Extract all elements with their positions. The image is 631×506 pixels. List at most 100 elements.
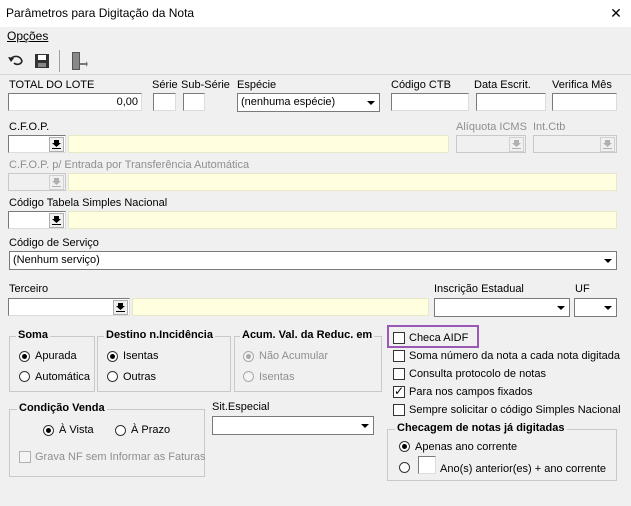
exit-button[interactable]: [66, 49, 90, 73]
menu-bar: [0, 27, 631, 45]
cfop-entrada-input[interactable]: [8, 173, 66, 191]
checagem-anos-input[interactable]: [418, 456, 436, 474]
destino-outras-radio[interactable]: [107, 371, 118, 382]
codigo-servico-select[interactable]: (Nenhum serviço): [9, 251, 617, 270]
sub-serie-input[interactable]: [183, 93, 205, 111]
inscricao-estadual-select[interactable]: [434, 298, 570, 317]
soma-apurada-radio[interactable]: [19, 351, 30, 362]
data-escrit-input[interactable]: [476, 93, 546, 111]
chevron-down-icon[interactable]: [600, 300, 615, 315]
sub-serie-label: Sub-Série: [181, 79, 230, 91]
grava-nf-label[interactable]: Grava NF sem Informar as Faturas: [35, 451, 206, 463]
window-title: Parâmetros para Digitação da Nota: [6, 6, 195, 20]
destino-group: [97, 336, 231, 392]
cfop-entrada-label: C.F.O.P. p/ Entrada por Transferência Au…: [9, 159, 250, 171]
para-campos-fixados-label[interactable]: Para nos campos fixados: [409, 386, 533, 398]
soma-apurada-label[interactable]: Apurada: [35, 350, 77, 362]
save-button[interactable]: [30, 49, 54, 73]
floppy-disk-icon: [35, 54, 49, 68]
serie-label: Série: [152, 79, 178, 91]
sit-especial-select[interactable]: [212, 416, 374, 435]
lookup-arrow-icon[interactable]: [600, 137, 615, 152]
cfop-input[interactable]: [8, 135, 66, 153]
grava-nf-checkbox[interactable]: [19, 451, 31, 463]
codigo-ctb-input[interactable]: [391, 93, 469, 111]
sempre-solicitar-label[interactable]: Sempre solicitar o código Simples Nacion…: [409, 404, 621, 416]
destino-isentas-radio[interactable]: [107, 351, 118, 362]
terceiro-input[interactable]: [8, 298, 130, 316]
soma-numero-checkbox[interactable]: [393, 350, 405, 362]
acum-group-title: Acum. Val. da Reduc. em: [240, 329, 375, 341]
especie-select[interactable]: (nenhuma espécie): [237, 93, 380, 112]
lookup-arrow-icon[interactable]: [49, 175, 64, 190]
sit-especial-label: Sit.Especial: [212, 401, 270, 413]
cfop-label: C.F.O.P.: [9, 121, 50, 133]
menu-opcoes[interactable]: Opções: [7, 29, 48, 43]
checa-aidf-checkbox[interactable]: [393, 332, 405, 344]
cfop-entrada-description: [68, 173, 617, 191]
sempre-solicitar-checkbox[interactable]: [393, 404, 405, 416]
acum-isentas-label[interactable]: Isentas: [259, 371, 294, 383]
codigo-servico-value: (Nenhum serviço): [13, 254, 100, 266]
lookup-arrow-icon[interactable]: [113, 300, 128, 315]
especie-label: Espécie: [237, 79, 277, 91]
verifica-mes-input[interactable]: [552, 93, 617, 111]
acum-nao-acumular-radio[interactable]: [243, 351, 254, 362]
checagem-anteriores-radio[interactable]: [399, 462, 410, 473]
destino-group-title: Destino n.Incidência: [104, 329, 215, 341]
soma-automatica-radio[interactable]: [19, 371, 30, 382]
checagem-anteriores-label[interactable]: Ano(s) anterior(es) + ano corrente: [440, 463, 606, 475]
soma-automatica-label[interactable]: Automática: [35, 371, 90, 383]
soma-numero-label[interactable]: Soma número da nota a cada nota digitada: [409, 350, 620, 362]
destino-outras-label[interactable]: Outras: [123, 371, 156, 383]
chevron-down-icon[interactable]: [600, 253, 615, 268]
acum-isentas-radio[interactable]: [243, 371, 254, 382]
undo-icon: [8, 55, 23, 66]
total-lote-label: TOTAL DO LOTE: [9, 79, 95, 91]
consulta-protocolo-checkbox[interactable]: [393, 368, 405, 380]
serie-input[interactable]: [153, 93, 176, 111]
codigo-servico-label: Código de Serviço: [9, 237, 99, 249]
terceiro-description: [132, 298, 429, 316]
int-ctb-input[interactable]: [533, 135, 617, 153]
int-ctb-label: Int.Ctb: [533, 121, 566, 133]
consulta-protocolo-label[interactable]: Consulta protocolo de notas: [409, 368, 546, 380]
condicao-a-vista-radio[interactable]: [43, 425, 54, 436]
condicao-a-prazo-radio[interactable]: [115, 425, 126, 436]
lookup-arrow-icon[interactable]: [509, 137, 524, 152]
exit-door-icon: [72, 52, 88, 70]
condicao-a-vista-label[interactable]: À Vista: [59, 424, 94, 436]
condicao-a-prazo-label[interactable]: À Prazo: [131, 424, 170, 436]
especie-value: (nenhuma espécie): [241, 96, 336, 108]
toolbar-separator: [59, 50, 60, 72]
terceiro-label: Terceiro: [9, 283, 49, 295]
codigo-tabela-input[interactable]: [8, 211, 66, 229]
lookup-arrow-icon[interactable]: [49, 137, 64, 152]
codigo-tabela-description: [68, 211, 617, 229]
total-lote-input[interactable]: 0,00: [8, 93, 142, 111]
aliquota-icms-input[interactable]: [456, 135, 526, 153]
checagem-apenas-label[interactable]: Apenas ano corrente: [415, 441, 517, 453]
acum-group: [234, 336, 382, 392]
cfop-description: [68, 135, 449, 153]
uf-label: UF: [575, 283, 590, 295]
checagem-group-title: Checagem de notas já digitadas: [395, 422, 567, 434]
inscricao-estadual-label: Inscrição Estadual: [434, 283, 524, 295]
destino-isentas-label[interactable]: Isentas: [123, 350, 158, 362]
chevron-down-icon[interactable]: [363, 95, 378, 110]
close-icon[interactable]: ✕: [606, 3, 626, 23]
para-campos-fixados-checkbox[interactable]: [393, 384, 405, 398]
condicao-venda-title: Condição Venda: [17, 402, 107, 414]
checa-aidf-label[interactable]: Checa AIDF: [409, 332, 468, 344]
acum-nao-acumular-label[interactable]: Não Acumular: [259, 350, 328, 362]
verifica-mes-label: Verifica Mês: [552, 79, 612, 91]
checagem-apenas-radio[interactable]: [399, 441, 410, 452]
codigo-tabela-label: Código Tabela Simples Nacional: [9, 197, 168, 209]
uf-select[interactable]: [574, 298, 617, 317]
chevron-down-icon[interactable]: [553, 300, 568, 315]
chevron-down-icon[interactable]: [357, 418, 372, 433]
soma-group: [9, 336, 95, 392]
lookup-arrow-icon[interactable]: [49, 213, 64, 228]
codigo-ctb-label: Código CTB: [391, 79, 451, 91]
undo-button[interactable]: [4, 49, 28, 73]
